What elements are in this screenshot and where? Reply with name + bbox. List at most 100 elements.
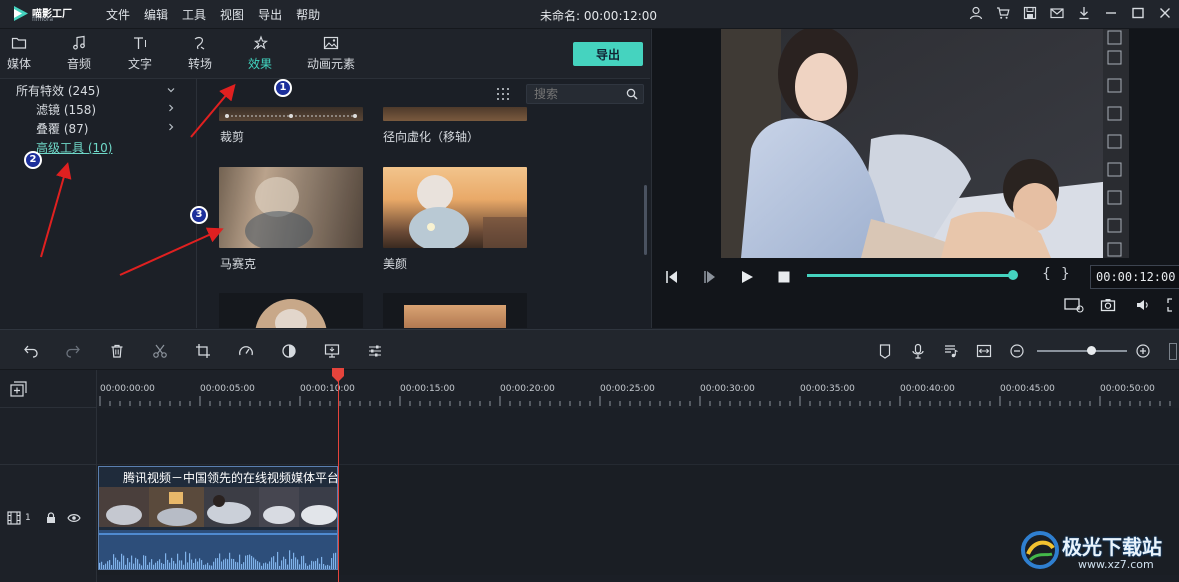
effect-thumb-crop[interactable] xyxy=(219,107,363,121)
tree-item-filters[interactable]: 滤镜 (158) xyxy=(36,101,96,118)
display-settings-icon[interactable] xyxy=(1064,297,1084,313)
eye-icon[interactable] xyxy=(67,512,81,524)
menu-tools[interactable]: 工具 xyxy=(182,6,206,23)
minimize-icon[interactable] xyxy=(1103,5,1119,21)
add-track-icon[interactable] xyxy=(10,381,28,397)
timeline-toolbar xyxy=(0,329,1179,370)
panel-toggle[interactable] xyxy=(1169,343,1177,360)
cut-icon[interactable] xyxy=(152,343,168,359)
preview-progress-bar[interactable] xyxy=(807,270,1018,280)
logo-icon xyxy=(14,6,28,21)
menu-view[interactable]: 视图 xyxy=(220,6,244,23)
menu-export[interactable]: 导出 xyxy=(258,6,282,23)
effect-thumb-frame[interactable] xyxy=(383,293,527,328)
ruler-tick-label: 00:00:25:00 xyxy=(600,384,655,394)
grid-scrollbar[interactable] xyxy=(644,185,647,255)
fit-timeline-icon[interactable] xyxy=(976,343,992,359)
annotation-badge-2: 2 xyxy=(24,151,42,169)
search-icon[interactable] xyxy=(626,88,638,100)
color-icon[interactable] xyxy=(281,343,297,359)
menu-edit[interactable]: 编辑 xyxy=(144,6,168,23)
chevron-down-icon[interactable] xyxy=(166,85,176,95)
transition-icon xyxy=(194,36,205,50)
user-icon[interactable] xyxy=(968,5,984,21)
undo-icon[interactable] xyxy=(23,343,39,359)
grid-view-icon[interactable] xyxy=(496,87,510,101)
speed-icon[interactable] xyxy=(238,343,254,359)
tab-audio-label: 音频 xyxy=(66,57,91,71)
zoom-slider-handle[interactable] xyxy=(1087,346,1096,355)
watermark: 极光下载站 www.xz7.com xyxy=(1020,528,1175,578)
redo-icon[interactable] xyxy=(65,343,81,359)
zoom-in-icon[interactable] xyxy=(1135,343,1151,359)
adjust-icon[interactable] xyxy=(367,343,383,359)
mark-in-out-icon[interactable]: {} xyxy=(1042,266,1080,282)
watermark-logo-icon xyxy=(1021,531,1059,569)
playhead-line xyxy=(338,380,339,582)
marker-icon[interactable] xyxy=(877,343,893,359)
tab-text[interactable]: 文字 xyxy=(127,35,153,77)
clip-audio-waveform xyxy=(99,530,337,569)
tab-effects[interactable]: 效果 xyxy=(243,35,277,82)
ruler-tick-label: 00:00:20:00 xyxy=(500,384,555,394)
preview-progress-handle[interactable] xyxy=(1008,270,1018,280)
effect-thumb-tiltshift[interactable] xyxy=(383,107,527,121)
zoom-out-icon[interactable] xyxy=(1009,343,1025,359)
tree-item-all-effects[interactable]: 所有特效 (245) xyxy=(16,82,100,99)
tab-media-label: 媒体 xyxy=(6,57,31,71)
video-track-icon xyxy=(7,511,21,525)
music-note-icon xyxy=(73,35,85,50)
tab-elements[interactable]: 动画元素 xyxy=(307,35,355,77)
save-icon[interactable] xyxy=(1022,5,1038,21)
tab-media[interactable]: 媒体 xyxy=(6,35,32,77)
crop-icon[interactable] xyxy=(195,343,211,359)
film-strip-icon xyxy=(1107,30,1122,257)
tab-elements-label: 动画元素 xyxy=(307,57,356,71)
maximize-icon[interactable] xyxy=(1130,5,1146,21)
chevron-right-icon[interactable] xyxy=(166,122,176,132)
timeline-clip[interactable]: 腾讯视频－中国领先的在线视频媒体平台 xyxy=(98,466,338,570)
video-frame xyxy=(721,29,1129,258)
close-icon[interactable] xyxy=(1157,5,1173,21)
watermark-text: 极光下载站 xyxy=(1062,535,1162,559)
delete-icon[interactable] xyxy=(109,343,125,359)
export-button[interactable]: 导出 xyxy=(573,42,643,66)
voiceover-list-icon[interactable] xyxy=(943,343,959,359)
tree-item-overlays[interactable]: 叠覆 (87) xyxy=(36,120,88,137)
lock-icon[interactable] xyxy=(45,512,57,524)
stop-icon[interactable] xyxy=(776,269,792,285)
green-screen-icon[interactable] xyxy=(324,343,340,359)
menu-file[interactable]: 文件 xyxy=(106,6,130,23)
tab-transition[interactable]: 转场 xyxy=(187,35,213,77)
effect-thumb-beauty[interactable] xyxy=(383,167,527,248)
title-bar: 喵影工厂 filmora 文件 编辑 工具 视图 导出 帮助 未命名: 00:0… xyxy=(0,0,1179,29)
tab-audio[interactable]: 音频 xyxy=(66,35,92,77)
app-logo: 喵影工厂 filmora xyxy=(14,4,92,24)
preview-progress-fill xyxy=(807,274,1013,277)
snapshot-icon[interactable] xyxy=(1100,297,1116,313)
playhead-handle[interactable] xyxy=(331,368,345,382)
tree-item-advanced-tools[interactable]: 高级工具 (10) xyxy=(36,139,112,156)
effects-category-tree: 所有特效 (245) 滤镜 (158) 叠覆 (87) 高级工具 (10) xyxy=(0,79,197,328)
track-headers: 1 xyxy=(0,370,97,582)
effect-label-beauty: 美颜 xyxy=(383,257,408,271)
empty-track[interactable] xyxy=(97,408,1179,465)
effect-thumb-circle[interactable] xyxy=(219,293,363,328)
volume-icon[interactable] xyxy=(1135,297,1151,313)
download-icon[interactable] xyxy=(1076,5,1092,21)
microphone-icon[interactable] xyxy=(910,343,926,359)
fullscreen-icon[interactable] xyxy=(1166,297,1178,313)
step-back-icon[interactable] xyxy=(664,269,680,285)
play-icon[interactable] xyxy=(739,269,755,285)
title-icons xyxy=(968,5,1173,21)
menu-help[interactable]: 帮助 xyxy=(296,6,320,23)
effect-thumb-mosaic[interactable] xyxy=(219,167,363,248)
cart-icon[interactable] xyxy=(995,5,1011,21)
timeline-ruler[interactable]: 00:00:00:00 00:00:05:00 00:00:10:00 00:00:1… xyxy=(97,370,1179,408)
chevron-right-icon[interactable] xyxy=(166,103,176,113)
document-title: 未命名: 00:00:12:00 xyxy=(540,9,658,23)
logo-sub: filmora xyxy=(32,16,54,23)
mail-icon[interactable] xyxy=(1049,5,1065,21)
step-forward-icon[interactable] xyxy=(702,269,718,285)
zoom-slider[interactable] xyxy=(1037,346,1127,355)
